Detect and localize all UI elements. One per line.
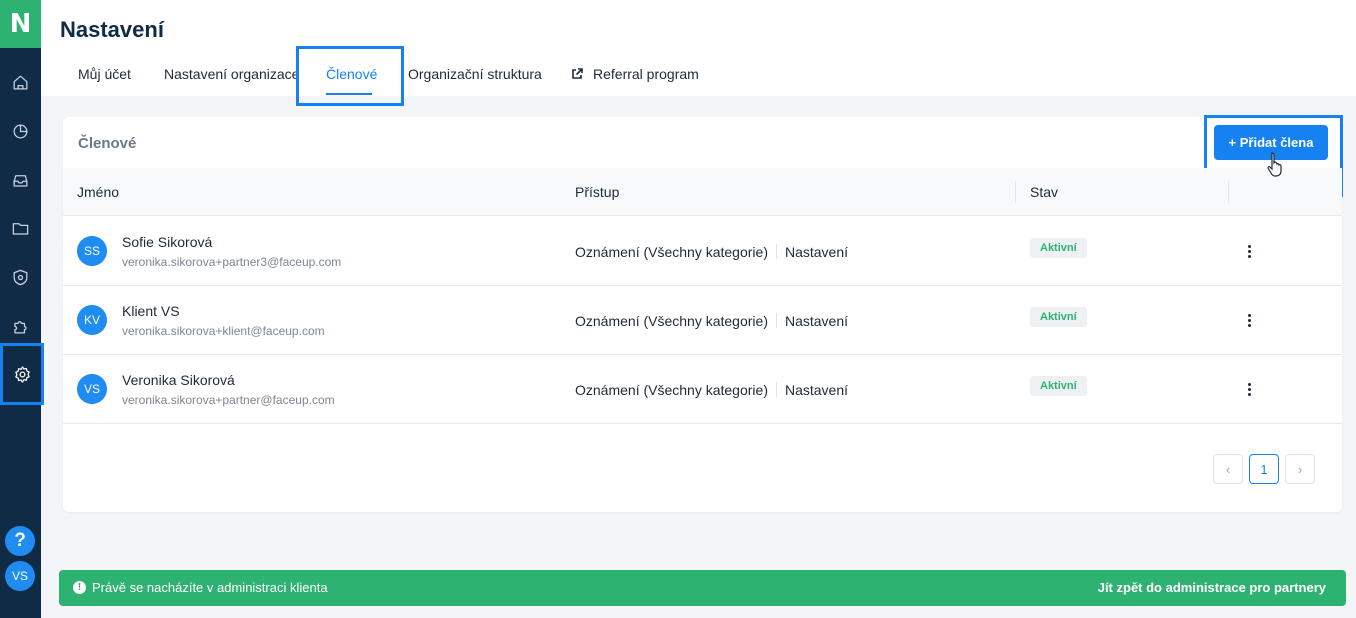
column-status[interactable]: Stav [1030, 184, 1058, 200]
pie-chart-icon[interactable] [0, 111, 41, 151]
member-name: Veronika Sikorová [122, 372, 235, 388]
member-email: veronika.sikorova+partner@faceup.com [122, 393, 335, 407]
access-settings: Nastavení [784, 382, 849, 398]
card-title: Členové [78, 135, 137, 152]
hand-pointer-icon [1267, 152, 1282, 177]
settings-icon[interactable] [0, 343, 44, 405]
sidebar: N ? VS [0, 0, 44, 618]
info-icon: ! [73, 581, 86, 594]
tab-my-account[interactable]: Můj účet [78, 66, 131, 82]
status-badge: Aktivní [1030, 307, 1087, 327]
column-name[interactable]: Jméno [77, 184, 119, 200]
member-email: veronika.sikorova+klient@faceup.com [122, 324, 325, 338]
member-avatar: SS [77, 236, 107, 266]
member-access: Oznámení (Všechny kategorie) Nastavení [575, 313, 848, 329]
member-access: Oznámení (Všechny kategorie) Nastavení [575, 244, 848, 260]
banner-message: Právě se nacházíte v administraci klient… [92, 580, 328, 595]
tab-referral-label: Referral program [593, 66, 699, 82]
members-card: Členové + Přidat člena Jméno Přístup Sta… [63, 115, 1343, 512]
external-link-icon [571, 67, 583, 79]
table-row[interactable]: SS Sofie Sikorová veronika.sikorova+part… [63, 217, 1342, 286]
access-settings: Nastavení [784, 313, 849, 329]
folder-icon[interactable] [0, 208, 41, 248]
user-avatar[interactable]: VS [5, 561, 35, 591]
table-row[interactable]: KV Klient VS veronika.sikorova+klient@fa… [63, 286, 1342, 355]
member-email: veronika.sikorova+partner3@faceup.com [122, 255, 342, 269]
shield-gear-icon[interactable] [0, 257, 41, 297]
member-avatar: VS [77, 374, 107, 404]
access-settings: Nastavení [784, 244, 849, 260]
column-divider [1228, 181, 1229, 203]
member-name: Klient VS [122, 303, 180, 319]
puzzle-icon[interactable] [0, 306, 41, 346]
tab-organization-settings[interactable]: Nastavení organizace [164, 66, 299, 82]
member-name: Sofie Sikorová [122, 234, 213, 250]
status-badge: Aktivní [1030, 238, 1087, 258]
home-icon[interactable] [0, 62, 41, 102]
pagination-prev-button[interactable]: ‹ [1213, 454, 1243, 484]
back-to-partner-admin-link[interactable]: Jít zpět do administrace pro partnery [1098, 580, 1326, 595]
pagination-next-button[interactable]: › [1285, 454, 1315, 484]
page-header: Nastavení Můj účet Nastavení organizace … [41, 0, 1356, 96]
tab-referral-program[interactable]: Referral program [571, 66, 699, 82]
member-access: Oznámení (Všechny kategorie) Nastavení [575, 382, 848, 398]
app-logo[interactable]: N [0, 0, 41, 48]
client-admin-banner: ! Právě se nacházíte v administraci klie… [59, 570, 1346, 606]
column-divider [1015, 181, 1016, 203]
table-row[interactable]: VS Veronika Sikorová veronika.sikorova+p… [63, 355, 1342, 424]
tab-members-highlight [296, 46, 404, 106]
page-title: Nastavení [60, 17, 164, 42]
inbox-icon[interactable] [0, 160, 41, 200]
pagination-page-1[interactable]: 1 [1249, 454, 1279, 484]
more-options-icon[interactable] [1241, 310, 1257, 330]
tab-org-structure[interactable]: Organizační struktura [408, 66, 542, 82]
access-reports: Oznámení (Všechny kategorie) [575, 313, 768, 329]
access-reports: Oznámení (Všechny kategorie) [575, 244, 768, 260]
more-options-icon[interactable] [1241, 379, 1257, 399]
member-avatar: KV [77, 305, 107, 335]
column-access[interactable]: Přístup [575, 184, 619, 200]
help-button[interactable]: ? [5, 526, 35, 556]
more-options-icon[interactable] [1241, 241, 1257, 261]
status-badge: Aktivní [1030, 376, 1087, 396]
access-reports: Oznámení (Všechny kategorie) [575, 382, 768, 398]
table-header: Jméno Přístup Stav [63, 168, 1342, 216]
